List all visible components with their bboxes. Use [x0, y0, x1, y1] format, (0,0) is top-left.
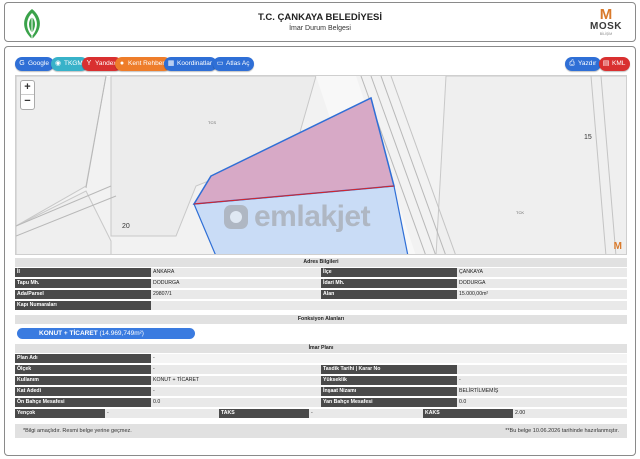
tasdik-tarihi-value	[457, 365, 627, 374]
olcek-value: -	[151, 365, 321, 374]
map-corner-logo: M	[613, 241, 622, 252]
mosk-logo: M MOSK BİLİŞİM	[583, 7, 629, 39]
function-area-name: KONUT + TİCARET	[39, 330, 98, 337]
address-section-title: Adres Bilgileri	[15, 258, 627, 267]
idari-mh-label: İdari Mh.	[321, 279, 457, 288]
grid-icon: ▦	[167, 60, 175, 67]
page-title: T.C. ÇANKAYA BELEDİYESİ	[257, 12, 383, 23]
kml-button[interactable]: ▤ KML	[599, 57, 631, 71]
tasdik-tarihi-label: Tasdik Tarihi | Karar No	[321, 365, 457, 374]
tkgm-label: TKGM	[64, 60, 83, 67]
alan-value: 15.000,00m²	[457, 290, 627, 299]
kaks-label: KAKS	[423, 409, 513, 418]
atlas-button[interactable]: ▭ Atlas Aç	[213, 57, 255, 71]
google-icon: G	[19, 60, 25, 67]
on-bahce-value: 0.0	[151, 398, 321, 407]
kapi-numaralari-value	[151, 301, 627, 310]
mosk-logo-name: MOSK	[590, 21, 622, 32]
zoning-section-title: İmar Planı	[15, 344, 627, 353]
kaks-value: 2.00	[513, 409, 627, 418]
kapi-numaralari-label: Kapı Numaraları	[15, 301, 151, 310]
mosk-logo-tagline: BİLİŞİM	[599, 32, 613, 36]
function-area-pill[interactable]: KONUT + TİCARET (14.969,749m²)	[17, 328, 195, 339]
print-button[interactable]: ⎙ Yazdır	[565, 57, 602, 71]
page-header: T.C. ÇANKAYA BELEDİYESİ İmar Durum Belge…	[4, 2, 636, 42]
emlakjet-logo-icon	[224, 205, 248, 229]
atlas-label: Atlas Aç	[226, 60, 250, 67]
plan-adi-value: -	[151, 354, 627, 363]
yukseklik-value: -	[457, 376, 627, 385]
emlakjet-watermark: emlakjet	[222, 200, 371, 234]
yukseklik-label: Yükseklik	[321, 376, 457, 385]
yencok-value: -	[105, 409, 219, 418]
yan-bahce-label: Yan Bahçe Mesafesi	[321, 398, 457, 407]
printer-icon: ⎙	[569, 60, 575, 67]
map-pin-icon: ◉	[54, 60, 62, 67]
il-value: ANKARA	[151, 268, 321, 277]
map-label-tcs-left: TCS	[208, 120, 216, 125]
zoom-in-button[interactable]: +	[21, 81, 34, 95]
google-button[interactable]: G Google	[15, 57, 54, 71]
plan-adi-label: Plan Adı	[15, 354, 151, 363]
koordinatlar-label: Koordinatlar	[177, 60, 213, 67]
il-label: İl	[15, 268, 151, 277]
alan-label: Alan	[321, 290, 457, 299]
taks-label: TAKS	[219, 409, 309, 418]
zoom-out-button[interactable]: −	[21, 95, 34, 109]
kullanim-value: KONUT + TİCARET	[151, 376, 321, 385]
table-row: Ölçek - Tasdik Tarihi | Karar No	[15, 365, 627, 374]
main-panel: G Google ◉ TKGM Y Yandex ● Kent Rehberi ▦ Koo…	[4, 46, 636, 456]
zoom-control: + −	[20, 80, 35, 110]
kml-label: KML	[612, 60, 626, 67]
map-icon: ▭	[216, 60, 224, 67]
yandex-icon: Y	[86, 60, 92, 67]
map-label-tcs-right: TCK	[516, 210, 524, 215]
google-label: Google	[28, 60, 49, 67]
page-footer: *Bilgi amaçlıdır. Resmi belge yerine geç…	[15, 424, 627, 438]
yan-bahce-value: 0.0	[457, 398, 627, 407]
table-row: Kat Adedi - İnşaat Nizamı BELİRTİLMEMİŞ	[15, 387, 627, 396]
ilce-label: İlçe	[321, 268, 457, 277]
kullanim-label: Kullanım	[15, 376, 151, 385]
file-icon: ▤	[602, 60, 610, 67]
watermark-text: emlakjet	[254, 200, 371, 233]
location-icon: ●	[119, 60, 125, 67]
table-row: Plan Adı -	[15, 354, 627, 363]
mosk-logo-mark: M	[599, 6, 613, 23]
table-row: Ön Bahçe Mesafesi 0.0 Yan Bahçe Mesafesi…	[15, 398, 627, 407]
function-area-size: (14.969,749m²)	[99, 330, 144, 337]
koordinatlar-button[interactable]: ▦ Koordinatlar	[164, 57, 218, 71]
parcel-map[interactable]: + − TCS 20 TCK 15 emlakjet M	[15, 75, 627, 255]
yandex-label: Yandex	[95, 60, 117, 67]
taks-value: -	[309, 409, 423, 418]
idari-mh-value: DODURGA	[457, 279, 627, 288]
olcek-label: Ölçek	[15, 365, 151, 374]
kent-rehberi-button[interactable]: ● Kent Rehberi	[115, 57, 171, 71]
tapu-mh-value: DODURGA	[151, 279, 321, 288]
ilce-value: ÇANKAYA	[457, 268, 627, 277]
table-row: Yençok - TAKS - KAKS 2.00	[15, 409, 627, 418]
print-label: Yazdır	[578, 60, 597, 67]
function-area-section-title: Fonksiyon Alanları	[15, 315, 627, 324]
kat-adedi-value: -	[151, 387, 321, 396]
kent-rehberi-label: Kent Rehberi	[128, 60, 166, 67]
ada-parsel-label: Ada/Parsel	[15, 290, 151, 299]
insaat-nizami-value: BELİRTİLMEMİŞ	[457, 387, 627, 396]
table-row: Kapı Numaraları	[15, 301, 627, 310]
table-row: Tapu Mh. DODURGA İdari Mh. DODURGA	[15, 279, 627, 288]
insaat-nizami-label: İnşaat Nizamı	[321, 387, 457, 396]
map-label-block-number: 20	[122, 223, 130, 230]
page-subtitle: İmar Durum Belgesi	[289, 25, 351, 32]
yencok-label: Yençok	[15, 409, 105, 418]
tapu-mh-label: Tapu Mh.	[15, 279, 151, 288]
prepared-date-text: **Bu belge 10.06.2026 tarihinde hazırlan…	[505, 428, 619, 434]
table-row: Kullanım KONUT + TİCARET Yükseklik -	[15, 376, 627, 385]
ada-parsel-value: 29807/1	[151, 290, 321, 299]
on-bahce-label: Ön Bahçe Mesafesi	[15, 398, 151, 407]
table-row: Ada/Parsel 29807/1 Alan 15.000,00m²	[15, 290, 627, 299]
disclaimer-text: *Bilgi amaçlıdır. Resmi belge yerine geç…	[23, 428, 132, 434]
kat-adedi-label: Kat Adedi	[15, 387, 151, 396]
table-row: İl ANKARA İlçe ÇANKAYA	[15, 268, 627, 277]
map-label-road-number: 15	[584, 134, 592, 141]
